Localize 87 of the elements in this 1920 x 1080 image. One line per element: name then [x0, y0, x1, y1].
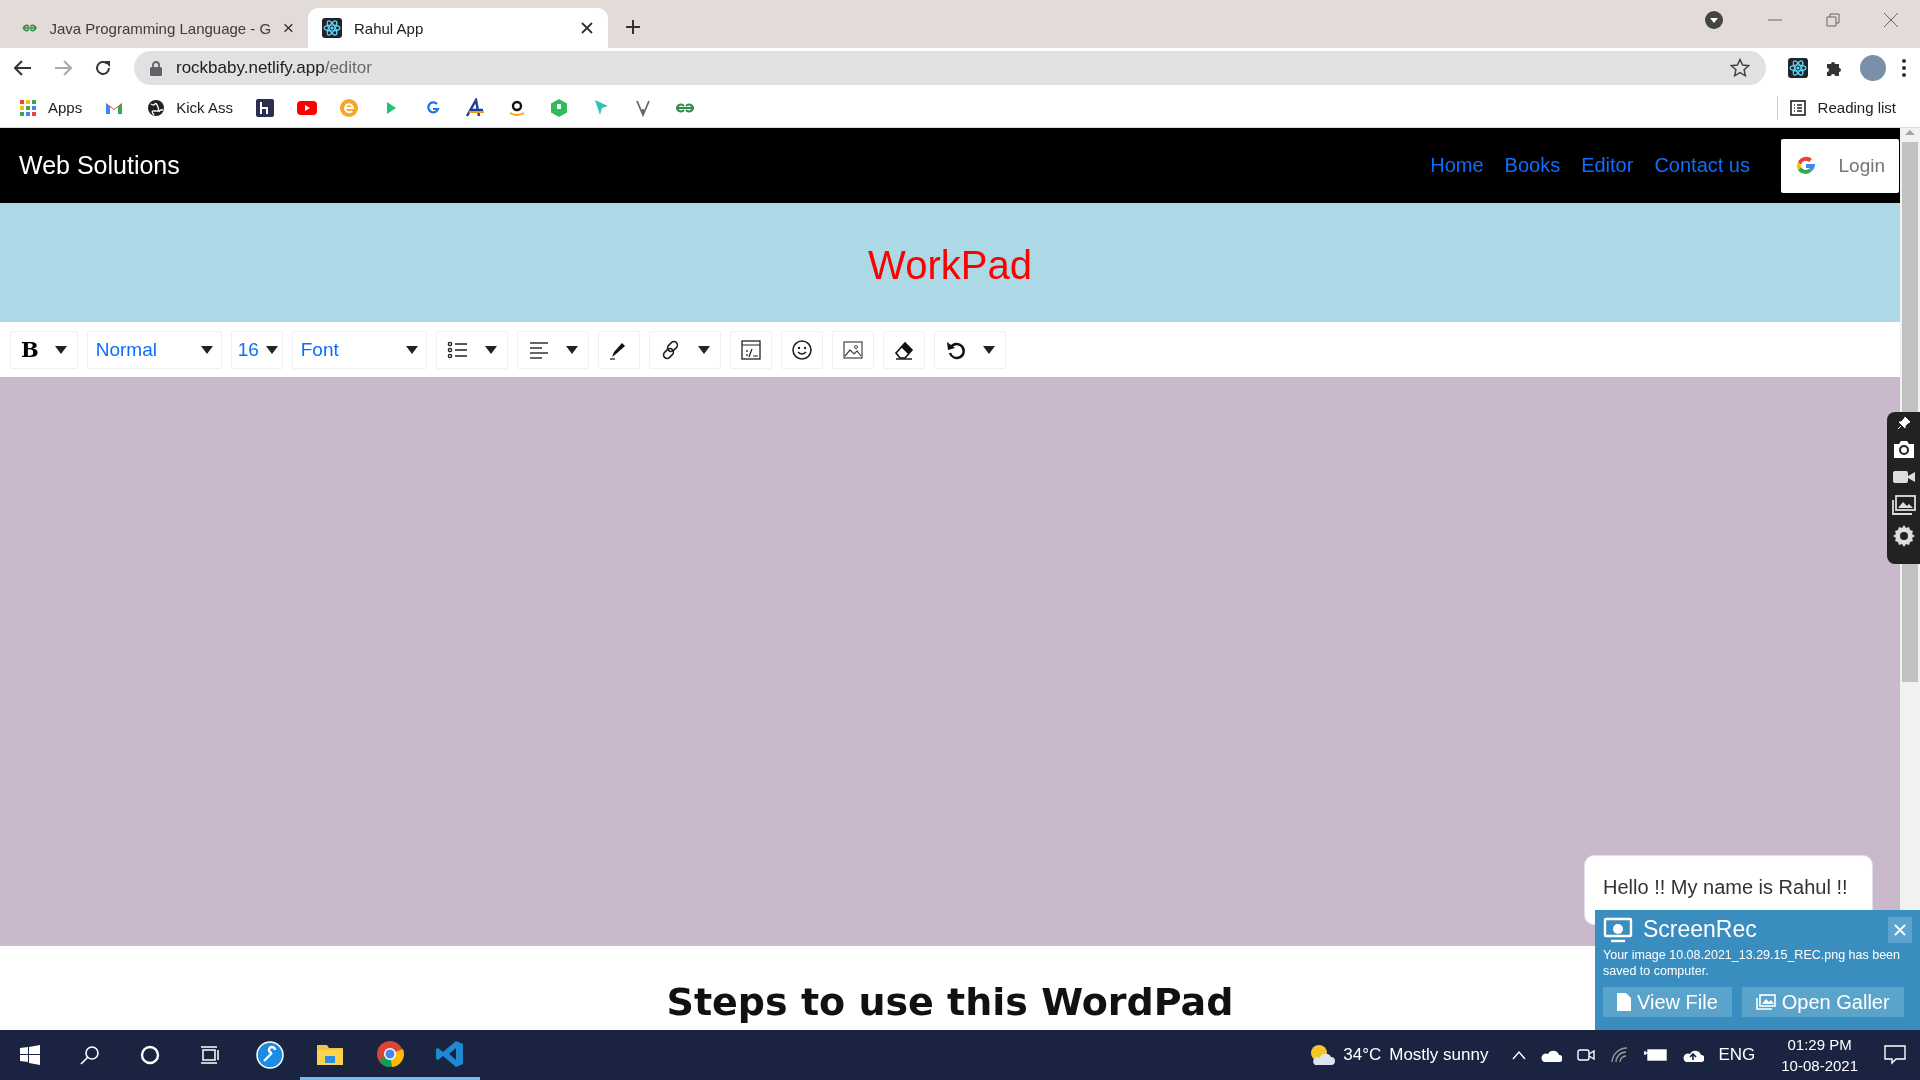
- toolbar-dropdown[interactable]: Font: [291, 330, 427, 369]
- caret-icon: [54, 345, 67, 354]
- browser-tab[interactable]: Java Programming Language - G: [8, 8, 308, 48]
- search-icon[interactable]: [80, 1045, 100, 1065]
- toolbar-dropdown[interactable]: 16: [230, 330, 283, 369]
- align-button[interactable]: [516, 330, 589, 369]
- gallery-icon: [1755, 994, 1776, 1010]
- atom-icon: [1788, 58, 1808, 78]
- emoji-button[interactable]: [780, 330, 823, 369]
- google-login-button[interactable]: Login: [1781, 138, 1899, 193]
- camera-icon[interactable]: [1891, 439, 1916, 459]
- link-button[interactable]: [648, 330, 721, 369]
- caret-icon: [697, 345, 710, 354]
- windows-start-icon[interactable]: [20, 1045, 40, 1065]
- bookmark-link[interactable]: Apps: [18, 97, 83, 118]
- sun-cloud-icon: [1309, 1043, 1336, 1067]
- caret-icon: [405, 345, 418, 354]
- video-camera-icon[interactable]: [1576, 1046, 1597, 1064]
- undo-button[interactable]: [933, 330, 1006, 369]
- profile-menu-icon[interactable]: [1704, 10, 1724, 30]
- circle-icon[interactable]: [140, 1045, 160, 1065]
- file-icon: [1617, 993, 1631, 1011]
- page-title: WorkPad: [868, 243, 1032, 288]
- a-logo-icon: [464, 97, 485, 118]
- avatar[interactable]: [1860, 55, 1886, 81]
- caret-icon: [565, 345, 578, 354]
- video-camera-icon[interactable]: [1891, 468, 1916, 486]
- chrome-icon[interactable]: [375, 1038, 405, 1069]
- nav-link[interactable]: Editor: [1581, 154, 1634, 177]
- reload-icon[interactable]: [94, 59, 112, 77]
- bookmark-link[interactable]: Kick Ass: [146, 97, 233, 118]
- close-button[interactable]: [1888, 916, 1912, 943]
- temperature-text: 34°C: [1343, 1045, 1382, 1065]
- close-icon: [1894, 923, 1906, 936]
- section-heading: Steps to use this WordPad: [666, 980, 1234, 1026]
- nav-link[interactable]: Books: [1504, 154, 1561, 177]
- globe-icon: [146, 97, 167, 118]
- lock-icon: [150, 60, 162, 76]
- browser-tab[interactable]: Rahul App: [308, 8, 608, 48]
- circle-icon: [338, 97, 359, 118]
- caret-icon: [265, 345, 278, 354]
- back-arrow-icon[interactable]: [14, 59, 32, 77]
- atom-icon: [322, 18, 342, 38]
- restore-icon[interactable]: [1826, 13, 1840, 27]
- pin-icon[interactable]: [1896, 416, 1911, 430]
- notification-icon[interactable]: [1884, 1045, 1906, 1065]
- pen-button[interactable]: [597, 330, 640, 369]
- new-tab-icon[interactable]: [624, 18, 642, 36]
- toolbar-dropdown[interactable]: Normal: [86, 330, 222, 369]
- embed-button[interactable]: [729, 330, 772, 369]
- language-indicator[interactable]: ENG: [1718, 1045, 1756, 1065]
- square-logo-icon: [254, 97, 275, 118]
- site-brand[interactable]: Web Solutions: [19, 151, 180, 180]
- caret-icon: [982, 345, 995, 354]
- more-menu-icon[interactable]: [1902, 59, 1906, 77]
- list-icon: [1789, 99, 1806, 116]
- star-icon[interactable]: [1730, 58, 1750, 78]
- task-view-icon[interactable]: [200, 1045, 220, 1065]
- wrench-app-icon[interactable]: [255, 1040, 285, 1070]
- apps-grid-icon: [18, 97, 38, 118]
- nav-link[interactable]: Home: [1430, 154, 1484, 177]
- weather-text: Mostly sunny: [1389, 1045, 1489, 1065]
- code-editor-icon[interactable]: [435, 1038, 465, 1069]
- nav-link[interactable]: Contact us: [1654, 154, 1750, 177]
- image-icon: [841, 338, 864, 361]
- code-window-icon: [739, 338, 762, 361]
- settings-icon[interactable]: [1891, 524, 1916, 548]
- caret-icon: [484, 345, 497, 354]
- close-icon[interactable]: [283, 21, 294, 35]
- battery-icon[interactable]: [1644, 1048, 1669, 1062]
- eraser-button[interactable]: [882, 330, 925, 369]
- close-icon[interactable]: [580, 21, 594, 35]
- bold-button[interactable]: B: [10, 330, 78, 369]
- chevron-up-icon[interactable]: [1512, 1050, 1527, 1060]
- address-bar[interactable]: rockbaby.netlify.app/editor: [134, 51, 1766, 85]
- gallery-icon[interactable]: [1891, 495, 1916, 515]
- reading-list-button[interactable]: Reading list: [1776, 95, 1902, 120]
- monitor-icon: [1603, 916, 1633, 943]
- clock[interactable]: 01:29 PM 10-08-2021: [1781, 1034, 1858, 1076]
- tab-favicon-icon: [22, 22, 38, 34]
- list-button[interactable]: [435, 330, 508, 369]
- caret-icon: [200, 345, 213, 354]
- image-button[interactable]: [831, 330, 874, 369]
- hexagon-icon: [548, 97, 569, 118]
- notification-message: Your image 10.08.2021_13.29.15_REC.png has been saved to computer.: [1603, 947, 1901, 979]
- google-g-icon: [1795, 154, 1817, 177]
- smiley-icon: [790, 338, 813, 361]
